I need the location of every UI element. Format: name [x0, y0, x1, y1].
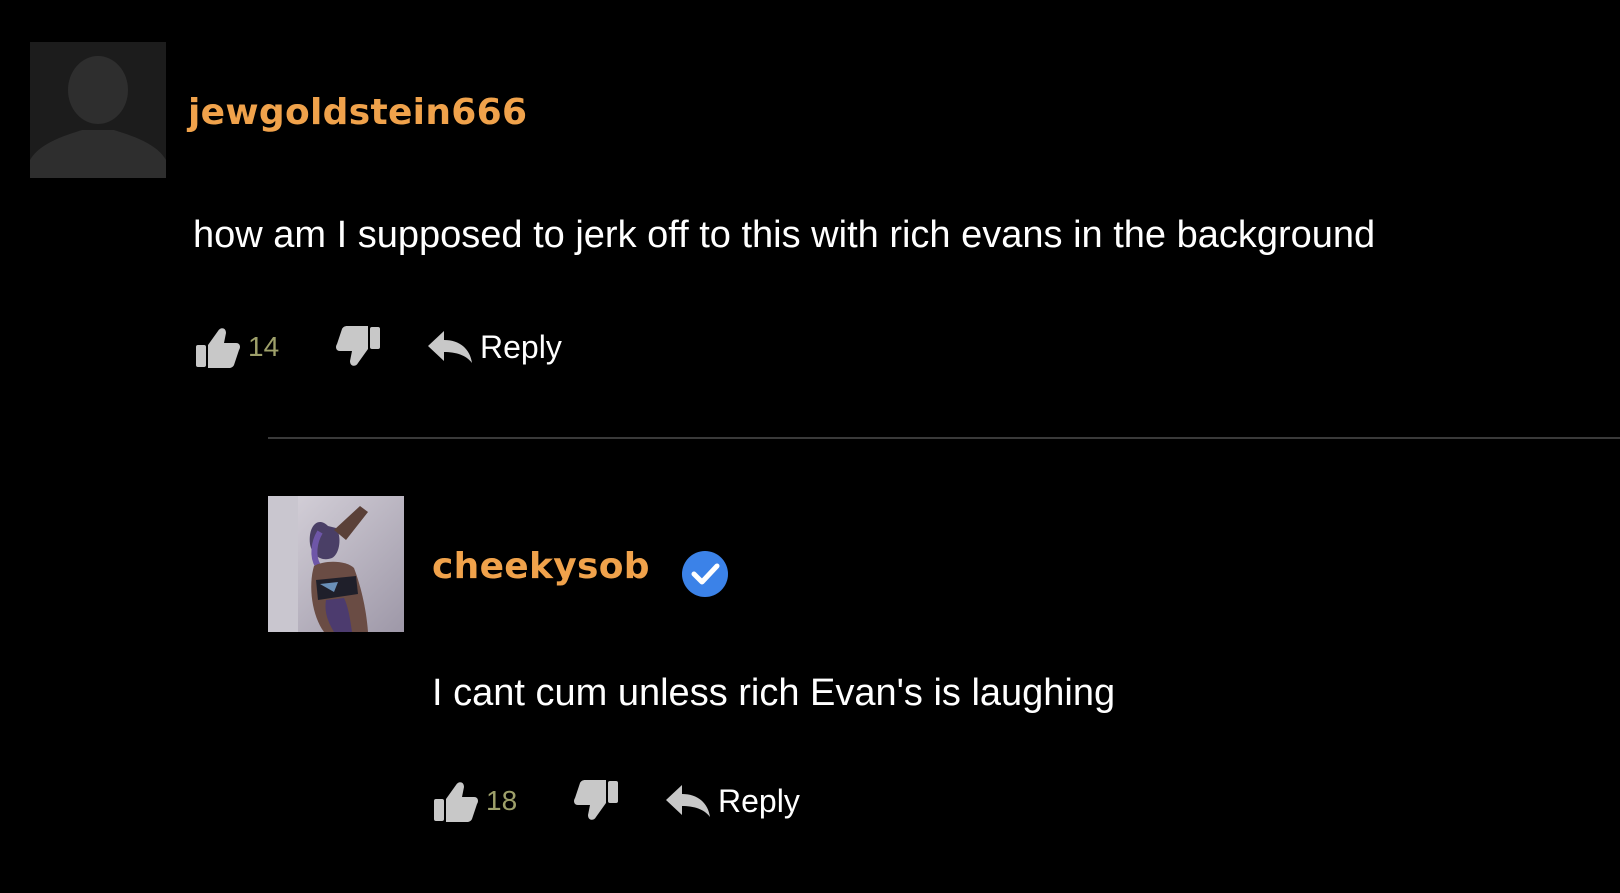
reply-arrow-icon [426, 327, 474, 367]
username-link[interactable]: cheekysob [432, 546, 650, 587]
comment-text: how am I supposed to jerk off to this wi… [193, 214, 1376, 256]
thumbs-up-icon[interactable] [194, 323, 242, 371]
user-photo [268, 496, 404, 632]
like-count: 14 [248, 331, 280, 362]
reply-arrow-icon [664, 781, 712, 821]
comment-actions: 14 Reply [194, 322, 562, 372]
username-link[interactable]: jewgoldstein666 [188, 92, 527, 133]
reply-label: Reply [480, 328, 562, 365]
reply-button[interactable]: Reply [664, 781, 800, 821]
avatar[interactable] [268, 496, 404, 632]
thumbs-up-icon[interactable] [432, 777, 480, 825]
default-user-silhouette-icon [30, 42, 166, 178]
thumbs-down-icon[interactable] [334, 323, 382, 371]
comment: jewgoldstein666 how am I supposed to jer… [30, 42, 1620, 372]
avatar[interactable] [30, 42, 166, 178]
thumbs-down-icon[interactable] [572, 777, 620, 825]
comment-text: I cant cum unless rich Evan's is laughin… [432, 672, 1116, 714]
reply-button[interactable]: Reply [426, 327, 562, 367]
verified-check-icon [680, 549, 730, 599]
reply-comment: cheekysob I cant cum unless rich Evan's … [268, 496, 1620, 856]
reply-label: Reply [718, 782, 800, 819]
comment-actions: 18 Reply [432, 776, 800, 826]
divider [268, 437, 1620, 439]
like-count: 18 [486, 785, 518, 816]
